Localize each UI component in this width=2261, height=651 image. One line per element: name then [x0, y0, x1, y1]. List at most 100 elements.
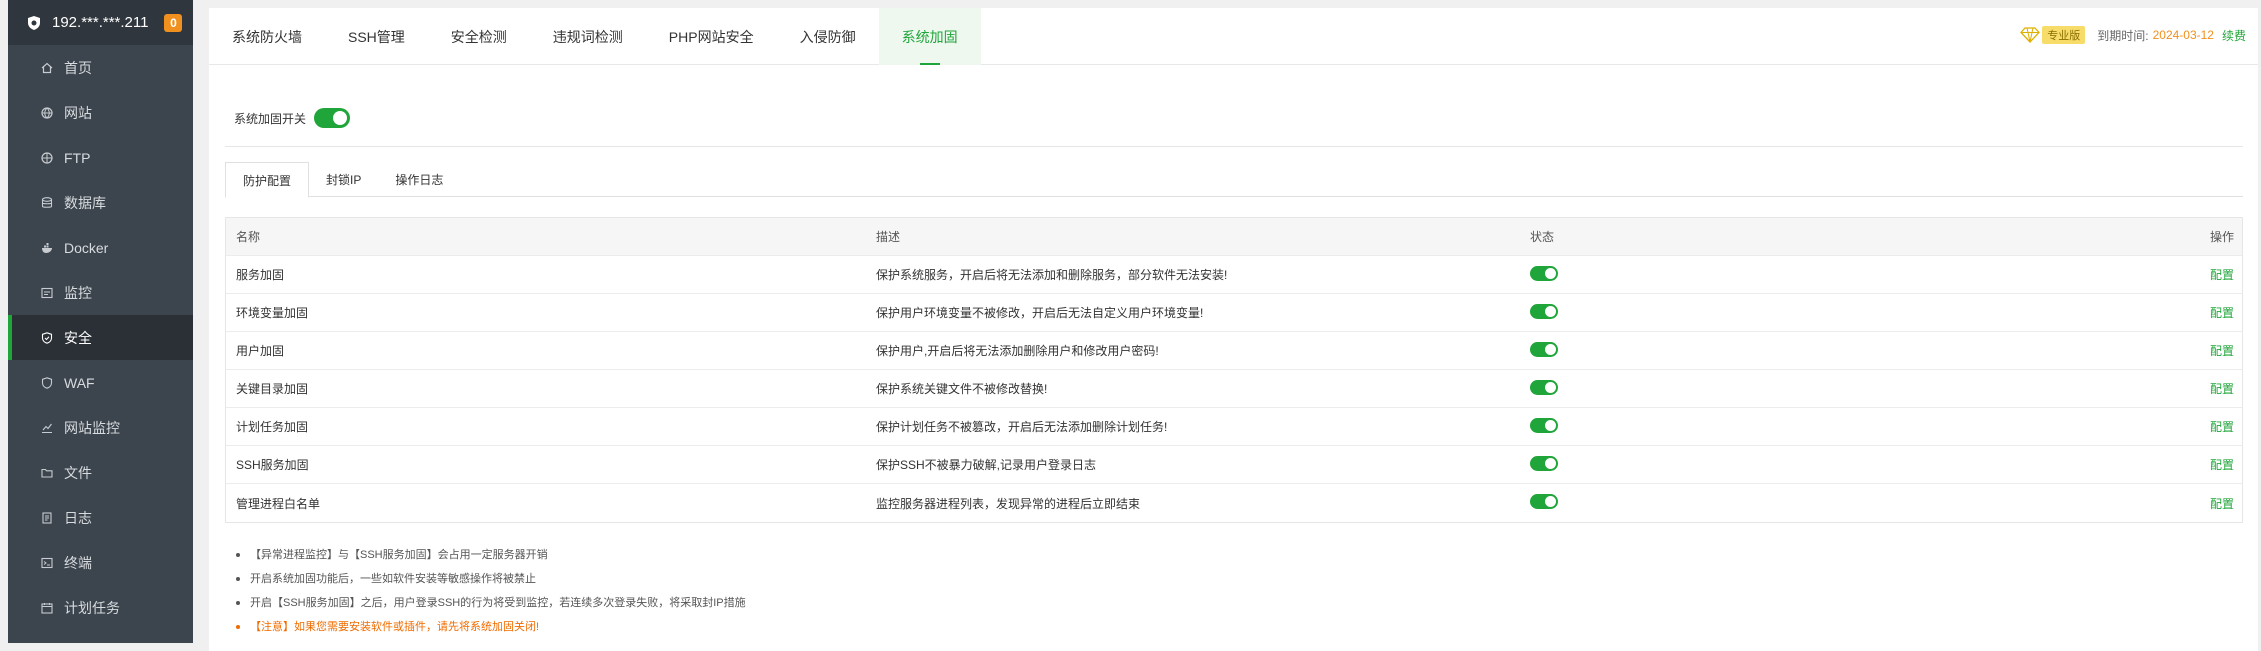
docker-icon [40, 241, 54, 255]
row-desc: 保护用户,开启后将无法添加删除用户和修改用户密码! [876, 344, 1159, 358]
sidebar-item-label: 日志 [64, 509, 92, 526]
row-desc: 保护计划任务不被篡改，开启后无法添加删除计划任务! [876, 420, 1168, 434]
sidebar-item-label: 计划任务 [64, 599, 120, 616]
table-row: 用户加固 保护用户,开启后将无法添加删除用户和修改用户密码! 配置 [226, 332, 2242, 370]
server-header[interactable]: 192.***.***.211 0 [8, 0, 193, 45]
table-row: SSH服务加固 保护SSH不被暴力破解,记录用户登录日志 配置 [226, 446, 2242, 484]
row-status [1530, 341, 1730, 360]
sidebar-item-label: 首页 [64, 59, 92, 76]
table-row: 服务加固 保护系统服务，开启后将无法添加和删除服务，部分软件无法安装! 配置 [226, 256, 2242, 294]
configure-link[interactable]: 配置 [2210, 420, 2234, 434]
row-status [1530, 379, 1730, 398]
warning-note: 【注意】如果您需要安装软件或插件，请先将系统加固关闭! [234, 615, 746, 639]
row-desc: 保护用户环境变量不被修改，开启后无法自定义用户环境变量! [876, 306, 1204, 320]
subtab-blocked-ip[interactable]: 封锁IP [309, 162, 378, 197]
row-action: 配置 [1730, 304, 2242, 321]
sidebar-item-cron[interactable]: 计划任务 [8, 585, 193, 630]
sidebar-item-site-monitor[interactable]: 网站监控 [8, 405, 193, 450]
column-header-name: 名称 [236, 230, 261, 244]
note-item: 开启【SSH服务加固】之后，用户登录SSH的行为将受到监控，若连续多次登录失败，… [234, 591, 746, 615]
subtab-operation-log[interactable]: 操作日志 [378, 162, 460, 197]
app-frame: 192.***.***.211 0 首页 网站 FTP 数据库 Docker 监… [0, 0, 2261, 651]
row-toggle[interactable] [1530, 265, 1558, 281]
diamond-icon [2020, 27, 2041, 43]
sidebar-item-monitor[interactable]: 监控 [8, 270, 193, 315]
configure-link[interactable]: 配置 [2210, 344, 2234, 358]
hardening-switch-label: 系统加固开关 [234, 111, 307, 126]
note-item: 开启系统加固功能后，一些如软件安装等敏感操作将被禁止 [234, 567, 746, 591]
tab-php-security[interactable]: PHP网站安全 [646, 8, 777, 65]
sidebar-item-website[interactable]: 网站 [8, 90, 193, 135]
database-icon [40, 196, 54, 210]
calendar-icon [40, 601, 54, 615]
column-header-status: 状态 [1530, 230, 1555, 244]
configure-link[interactable]: 配置 [2210, 458, 2234, 472]
server-ip: 192.***.***.211 [52, 14, 149, 31]
configure-link[interactable]: 配置 [2210, 268, 2234, 282]
row-action: 配置 [1730, 342, 2242, 359]
tab-ssh[interactable]: SSH管理 [325, 8, 428, 65]
hardening-master-toggle[interactable] [314, 108, 351, 128]
configure-link[interactable]: 配置 [2210, 497, 2234, 511]
sidebar-item-label: 终端 [64, 554, 92, 571]
ftp-icon [40, 151, 54, 165]
row-desc: 保护系统关键文件不被修改替换! [876, 382, 1048, 396]
row-status [1530, 455, 1730, 474]
tab-system-hardening[interactable]: 系统加固 [878, 8, 981, 65]
security-tabs: 系统防火墙 SSH管理 安全检测 违规词检测 PHP网站安全 入侵防御 系统加固… [209, 8, 2258, 65]
configure-link[interactable]: 配置 [2210, 382, 2234, 396]
row-name: 服务加固 [236, 268, 285, 282]
column-header-desc: 描述 [876, 230, 901, 244]
tab-firewall[interactable]: 系统防火墙 [209, 8, 325, 65]
sidebar-item-label: 网站 [64, 104, 92, 121]
row-name: 管理进程白名单 [236, 496, 321, 511]
row-toggle[interactable] [1530, 303, 1558, 319]
sidebar-item-database[interactable]: 数据库 [8, 180, 193, 225]
row-toggle[interactable] [1530, 417, 1558, 433]
row-desc: 保护SSH不被暴力破解,记录用户登录日志 [876, 458, 1097, 472]
sidebar-item-home[interactable]: 首页 [8, 45, 193, 90]
sidebar-menu: 首页 网站 FTP 数据库 Docker 监控 安全 WAF 网站监控 文件 日… [8, 45, 193, 630]
divider [225, 146, 2243, 147]
renew-link[interactable]: 续费 [2222, 27, 2246, 44]
configure-link[interactable]: 配置 [2210, 306, 2234, 320]
row-action: 配置 [1730, 380, 2242, 397]
row-desc: 保护系统服务，开启后将无法添加和删除服务，部分软件无法安装! [876, 268, 1228, 282]
row-desc: 监控服务器进程列表，发现异常的进程后立即结束 [876, 496, 1141, 511]
row-toggle[interactable] [1530, 455, 1558, 471]
row-name: 用户加固 [236, 344, 285, 358]
row-status [1530, 417, 1730, 436]
subtab-protection-config[interactable]: 防护配置 [225, 162, 310, 198]
tab-intrusion-defense[interactable]: 入侵防御 [777, 8, 879, 65]
sidebar-item-docker[interactable]: Docker [8, 225, 193, 270]
notification-badge[interactable]: 0 [164, 13, 183, 32]
sidebar-item-files[interactable]: 文件 [8, 450, 193, 495]
log-icon [40, 511, 54, 525]
sidebar-item-label: 数据库 [64, 194, 106, 211]
table-row: 管理进程白名单 监控服务器进程列表，发现异常的进程后立即结束 配置 [226, 484, 2242, 522]
row-toggle[interactable] [1530, 379, 1558, 395]
sidebar-item-label: 文件 [64, 464, 92, 481]
license-info: 专业版 到期时间: 2024-03-12 续费 [2020, 26, 2246, 44]
row-toggle[interactable] [1530, 494, 1558, 509]
row-name: SSH服务加固 [236, 458, 309, 472]
sidebar-item-logs[interactable]: 日志 [8, 495, 193, 540]
sidebar-item-terminal[interactable]: 终端 [8, 540, 193, 585]
table-row: 关键目录加固 保护系统关键文件不被修改替换! 配置 [226, 370, 2242, 408]
sidebar-item-label: 安全 [64, 329, 92, 346]
table-header: 名称 描述 状态 操作 [226, 218, 2242, 256]
sidebar-item-security[interactable]: 安全 [8, 315, 193, 360]
sidebar-item-ftp[interactable]: FTP [8, 135, 193, 180]
sidebar-item-waf[interactable]: WAF [8, 360, 193, 405]
monitor-icon [40, 286, 54, 300]
row-toggle[interactable] [1530, 341, 1558, 357]
tab-violation-words[interactable]: 违规词检测 [530, 8, 646, 65]
table-row: 环境变量加固 保护用户环境变量不被修改，开启后无法自定义用户环境变量! 配置 [226, 294, 2242, 332]
main-panel: 系统防火墙 SSH管理 安全检测 违规词检测 PHP网站安全 入侵防御 系统加固… [209, 8, 2258, 651]
sidebar-item-label: FTP [64, 149, 91, 166]
row-action: 配置 [1730, 456, 2242, 473]
row-action: 配置 [1730, 495, 2242, 512]
sidebar-item-label: Docker [64, 239, 109, 256]
note-item: 【异常进程监控】与【SSH服务加固】会占用一定服务器开销 [234, 543, 746, 567]
tab-security-scan[interactable]: 安全检测 [428, 8, 530, 65]
